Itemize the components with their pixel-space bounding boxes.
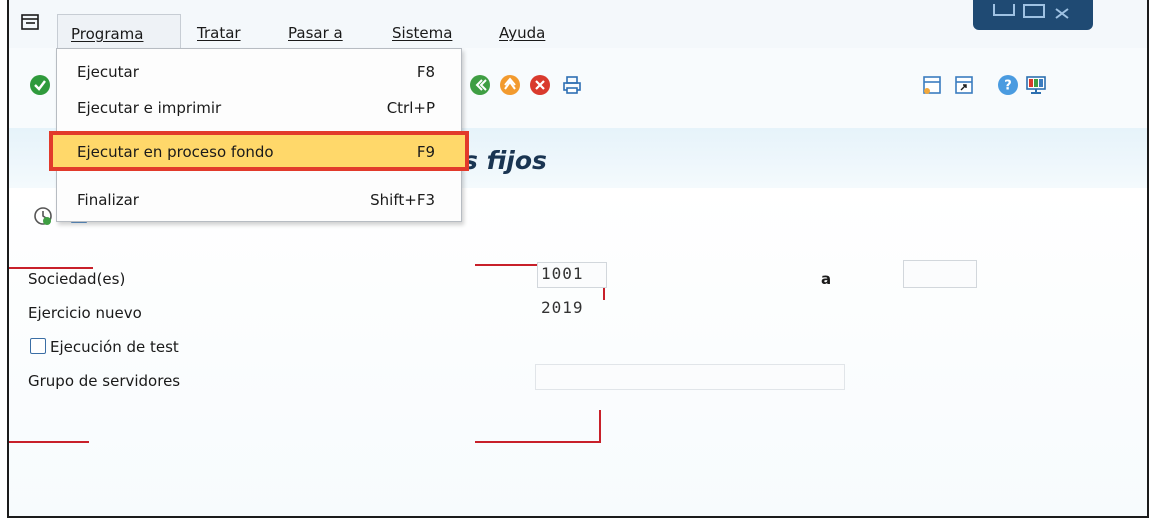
menu-item-label: Ejecutar en proceso fondo <box>77 143 274 161</box>
menu-item-shortcut: Shift+F3 <box>370 191 435 209</box>
sap-window: Programa Tratar Pasar a Sistema Ayuda ? … <box>7 0 1149 518</box>
svg-text:?: ? <box>1004 79 1012 94</box>
test-run-checkbox[interactable] <box>30 338 46 354</box>
menu-item-shortcut: Ctrl+P <box>386 99 435 117</box>
exit-icon[interactable] <box>499 74 521 96</box>
annotation-line <box>9 267 93 269</box>
menu-item-ejecutar-imprimir[interactable]: Ejecutar e imprimir Ctrl+P <box>57 89 461 125</box>
minimize-icon[interactable] <box>993 4 1015 16</box>
menu-pasar-a[interactable]: Pasar a <box>288 24 343 42</box>
window-controls <box>973 0 1093 30</box>
programa-dropdown: Ejecutar F8 Ejecutar e imprimir Ctrl+P E… <box>49 48 469 222</box>
annotation-line <box>475 441 601 443</box>
sociedad-value: 1001 <box>541 264 584 283</box>
server-group-label: Grupo de servidores <box>28 372 181 390</box>
sociedad-to-input[interactable] <box>903 260 977 288</box>
menu-item-finalizar[interactable]: Finalizar Shift+F3 <box>57 181 461 217</box>
annotation-line <box>599 410 601 443</box>
system-menu-icon[interactable] <box>21 14 39 30</box>
ejercicio-label: Ejercicio nuevo <box>28 304 142 322</box>
menu-tratar[interactable]: Tratar <box>197 24 241 42</box>
menu-sistema[interactable]: Sistema <box>392 24 452 42</box>
menu-bar: Programa Tratar Pasar a Sistema Ayuda <box>9 0 1147 48</box>
new-session-icon[interactable] <box>921 74 943 96</box>
print-icon[interactable] <box>561 74 583 96</box>
menu-item-shortcut: F8 <box>416 63 435 81</box>
server-group-input[interactable] <box>535 364 845 390</box>
cancel-icon[interactable] <box>529 74 551 96</box>
range-to-label: a <box>821 270 832 288</box>
close-icon[interactable] <box>1053 4 1071 19</box>
ejercicio-input[interactable]: 2019 <box>541 298 584 317</box>
maximize-icon[interactable] <box>1023 4 1045 18</box>
shortcut-icon[interactable] <box>953 74 975 96</box>
menu-item-label: Ejecutar e imprimir <box>77 99 222 117</box>
execute-clock-icon[interactable] <box>33 206 53 226</box>
test-run-label: Ejecución de test <box>50 338 179 356</box>
menu-ayuda[interactable]: Ayuda <box>499 24 545 42</box>
menu-item-label: Ejecutar <box>77 63 139 81</box>
help-icon[interactable]: ? <box>997 74 1019 96</box>
selection-screen: Sociedad(es) 1001 a Ejercicio nuevo 2019… <box>9 188 1147 516</box>
menu-programa[interactable]: Programa <box>57 14 181 48</box>
sociedad-label: Sociedad(es) <box>28 270 126 288</box>
customize-layout-icon[interactable] <box>1025 74 1047 96</box>
menu-item-shortcut: F9 <box>416 143 435 161</box>
enter-icon[interactable] <box>29 74 51 96</box>
annotation-line <box>9 441 89 443</box>
menu-item-ejecutar-fondo[interactable]: Ejecutar en proceso fondo F9 <box>49 131 469 171</box>
menu-item-ejecutar[interactable]: Ejecutar F8 <box>57 53 461 89</box>
menu-item-label: Finalizar <box>77 191 139 209</box>
back-icon[interactable] <box>469 74 491 96</box>
page-title: s fijos <box>463 146 547 175</box>
